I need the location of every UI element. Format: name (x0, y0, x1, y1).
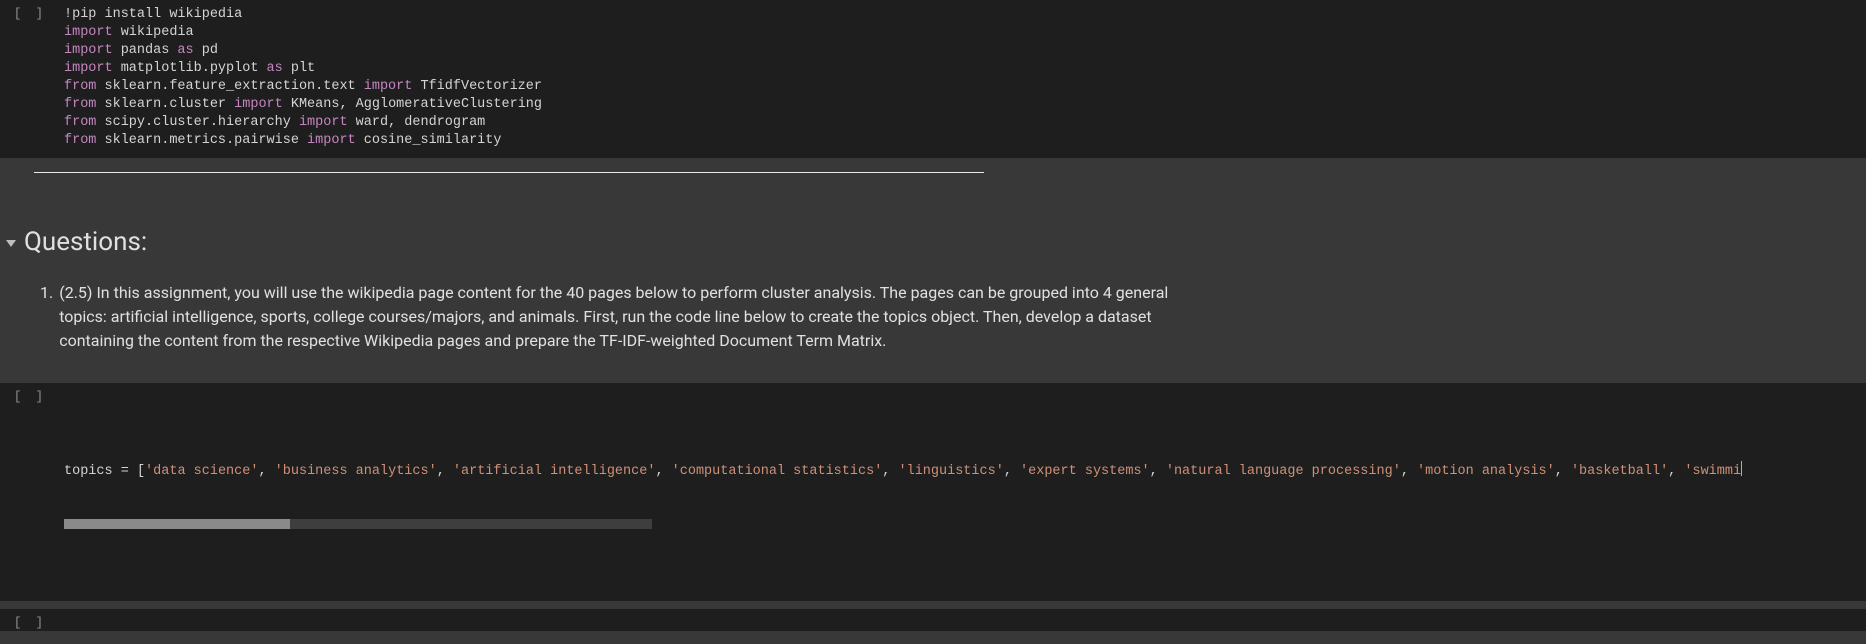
cell-run-button[interactable]: [ ] (0, 0, 60, 21)
scrollbar-thumb[interactable] (64, 519, 290, 529)
code-cell-imports[interactable]: [ ] !pip install wikipedia import wikipe… (0, 0, 1866, 158)
list-item: 1. (2.5) In this assignment, you will us… (40, 281, 1180, 353)
markdown-cell-questions: Questions: 1. (2.5) In this assignment, … (0, 187, 1866, 373)
list-number: 1. (40, 281, 53, 353)
section-title: Questions: (24, 227, 147, 257)
cell-run-button[interactable]: [ ] (0, 383, 60, 404)
code-cell-topics[interactable]: [ ] topics = ['data science', 'business … (0, 383, 1866, 601)
code-editor[interactable] (60, 609, 1866, 631)
question-list: 1. (2.5) In this assignment, you will us… (0, 275, 1180, 373)
cell-divider (34, 172, 984, 173)
notebook: [ ] !pip install wikipedia import wikipe… (0, 0, 1866, 644)
section-header[interactable]: Questions: (0, 227, 1866, 275)
code-editor[interactable]: topics = ['data science', 'business anal… (60, 383, 1866, 601)
question-text: (2.5) In this assignment, you will use t… (59, 281, 1180, 353)
execution-count: [ ] (14, 615, 46, 630)
horizontal-scrollbar[interactable] (64, 519, 652, 529)
code-cell-empty[interactable]: [ ] (0, 609, 1866, 631)
code-line[interactable]: topics = ['data science', 'business anal… (64, 461, 1856, 481)
execution-count: [ ] (14, 389, 46, 404)
execution-count: [ ] (14, 6, 46, 21)
code-editor[interactable]: !pip install wikipedia import wikipedia … (60, 0, 1866, 158)
chevron-down-icon[interactable] (6, 240, 16, 247)
cell-run-button[interactable]: [ ] (0, 609, 60, 630)
